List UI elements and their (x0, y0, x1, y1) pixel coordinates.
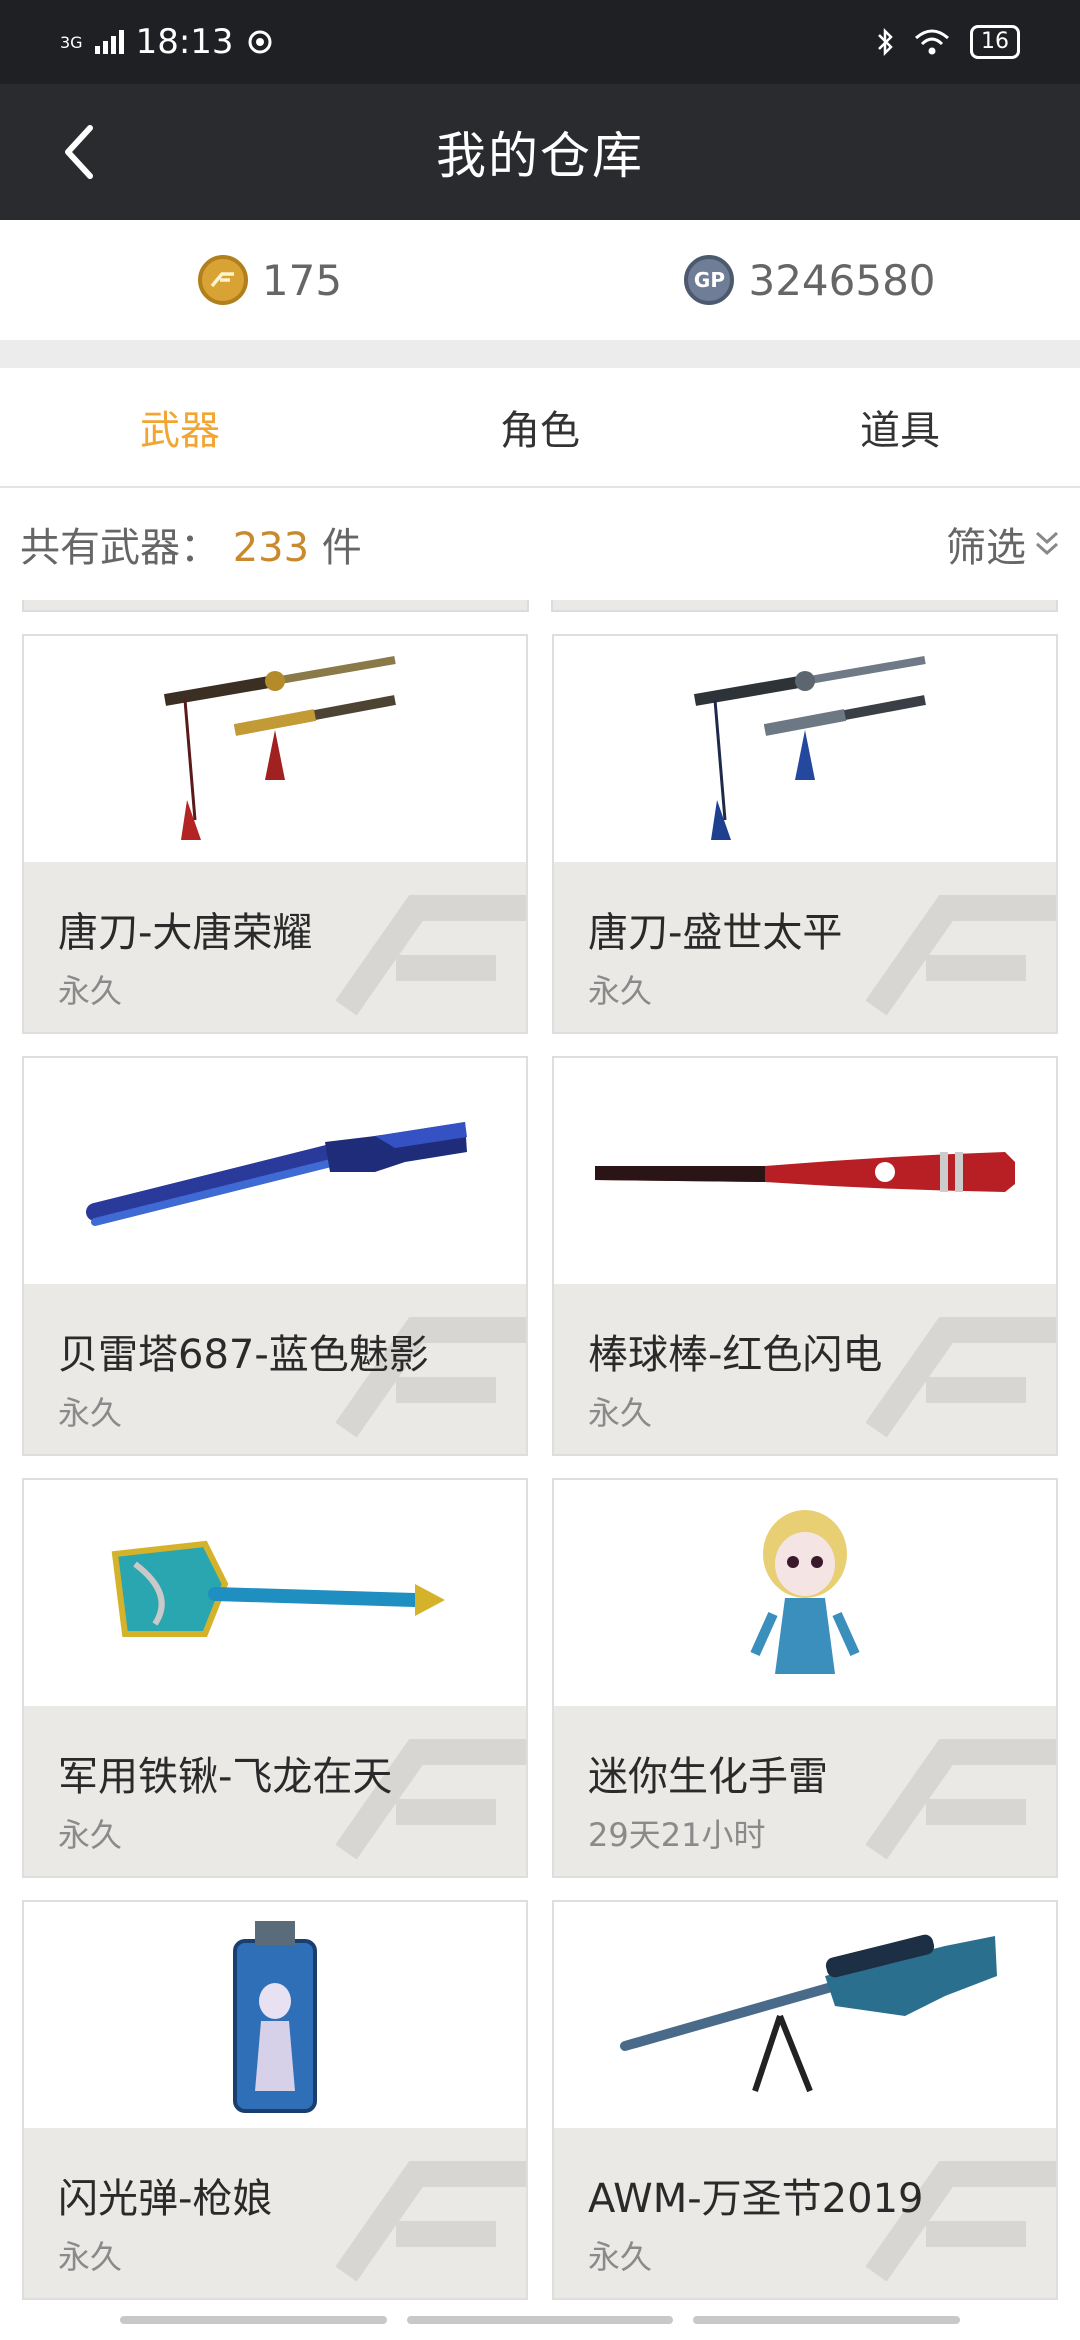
mini-figure-icon (750, 1510, 860, 1674)
dragon-shovel-icon (111, 1540, 445, 1637)
page-title: 我的仓库 (436, 127, 644, 185)
item-grid: 唐刀-大唐荣耀 永久 唐刀-盛世太平 永久 贝雷塔687-蓝色魅影 永久 棒球棒… (0, 612, 1080, 2300)
item-card[interactable]: 棒球棒-红色闪电 永久 (552, 1056, 1058, 1456)
item-name: 棒球棒-红色闪电 (588, 1332, 883, 1378)
item-duration: 永久 (58, 2238, 123, 2276)
filter-button[interactable]: 筛选 (946, 515, 1060, 573)
item-count-number: 233 (232, 525, 310, 571)
status-bar: 3G 18:13 16 (0, 0, 1080, 84)
item-duration: 永久 (588, 972, 653, 1010)
gp-coin-icon: GP (684, 255, 735, 305)
item-card[interactable]: 军用铁锹-飞龙在天 永久 (22, 1478, 528, 1878)
filter-label: 筛选 (946, 525, 1026, 571)
status-left: 3G 18:13 (60, 22, 274, 62)
item-card[interactable]: 唐刀-大唐荣耀 永久 (22, 634, 528, 1034)
item-duration: 永久 (588, 2238, 653, 2276)
wifi-icon (915, 29, 949, 55)
item-duration: 永久 (58, 972, 123, 1010)
shotgun-blue-icon (86, 1122, 467, 1226)
status-right: 16 (876, 25, 1020, 59)
chevron-left-icon (65, 125, 93, 179)
item-name: 军用铁锹-飞龙在天 (58, 1754, 393, 1800)
item-count-unit: 件 (321, 525, 362, 571)
item-name: 唐刀-盛世太平 (588, 910, 843, 956)
category-tabs: 武器 角色 道具 (0, 368, 1080, 488)
cf-coin-icon (197, 255, 248, 305)
currency-bar: 175 GP 3246580 (0, 220, 1080, 340)
summary-row: 共有武器： 233 件 筛选 (0, 488, 1080, 600)
item-duration: 永久 (58, 1816, 123, 1854)
app-header: 我的仓库 (0, 84, 1080, 220)
double-chevron-down-icon (1035, 531, 1059, 556)
item-card[interactable]: 贝雷塔687-蓝色魅影 永久 (22, 1056, 528, 1456)
item-name: 唐刀-大唐荣耀 (58, 910, 313, 956)
katana-blue-icon (693, 656, 926, 840)
item-card[interactable]: 唐刀-盛世太平 永久 (552, 634, 1058, 1034)
tab-items[interactable]: 道具 (720, 368, 1080, 486)
katana-gold-icon (163, 656, 396, 840)
scroll-indicator (0, 2300, 1080, 2324)
item-card[interactable]: 闪光弹-枪娘 永久 (22, 1900, 528, 2300)
item-name: AWM-万圣节2019 (588, 2176, 924, 2222)
baseball-bat-icon (595, 1152, 1015, 1192)
clock: 18:13 (135, 22, 234, 62)
battery-icon: 16 (970, 25, 1020, 59)
signal-icon (94, 30, 124, 54)
gp-balance-value: 3246580 (748, 255, 936, 305)
item-card[interactable]: 迷你生化手雷 29天21小时 (552, 1478, 1058, 1878)
back-button[interactable] (40, 112, 120, 192)
bluetooth-icon (878, 27, 893, 57)
item-name: 贝雷塔687-蓝色魅影 (58, 1332, 429, 1378)
item-count-prefix: 共有武器： (20, 525, 220, 571)
item-name: 迷你生化手雷 (588, 1754, 828, 1800)
network-type: 3G (60, 32, 83, 52)
item-duration: 永久 (58, 1394, 123, 1432)
item-card[interactable]: AWM-万圣节2019 永久 (552, 1900, 1058, 2300)
sync-icon (248, 30, 272, 54)
item-name: 闪光弹-枪娘 (58, 2176, 273, 2222)
tab-characters[interactable]: 角色 (360, 368, 720, 486)
item-duration: 29天21小时 (588, 1816, 766, 1854)
cf-balance-value: 175 (261, 255, 343, 305)
flash-grenade-icon (233, 1921, 317, 2113)
partial-card-row (0, 600, 1080, 612)
cf-balance: 175 (0, 255, 540, 305)
gp-balance: GP 3246580 (540, 255, 1080, 305)
section-divider (0, 340, 1080, 368)
tab-weapons[interactable]: 武器 (0, 368, 360, 486)
item-count: 共有武器： 233 件 (20, 515, 362, 573)
item-duration: 永久 (588, 1394, 653, 1432)
sniper-rifle-icon (620, 1934, 997, 2093)
